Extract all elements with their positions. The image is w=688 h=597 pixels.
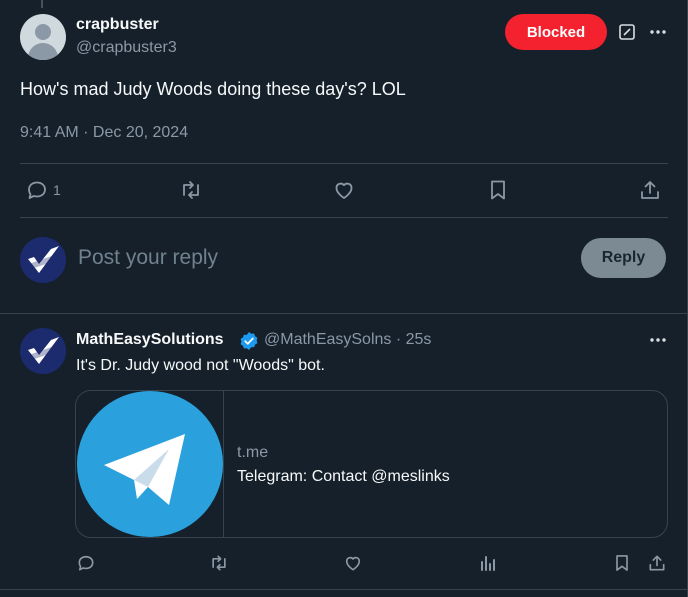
card-title: Telegram: Contact @meslinks [237,468,450,485]
reply-input[interactable]: Post your reply [78,246,218,270]
avatar[interactable] [20,328,66,374]
link-card[interactable]: t.me Telegram: Contact @meslinks [75,390,668,538]
verified-icon [239,331,259,351]
thread-connector [41,0,43,8]
reply-icon [78,555,94,571]
reply-action[interactable] [76,553,96,573]
author-handle-time[interactable]: @MathEasySolns · 25s [264,331,431,349]
repost-icon [183,181,199,199]
divider [0,589,688,590]
divider [20,163,668,164]
like-icon [345,556,361,571]
bookmark-icon [616,555,628,571]
reply-action[interactable]: 1 [25,178,61,202]
more-icon[interactable] [646,330,670,350]
like-action[interactable] [332,178,356,202]
share-icon [649,555,665,571]
card-domain: t.me [237,444,269,461]
views-icon [481,556,495,571]
like-action[interactable] [343,553,363,573]
reply-button[interactable]: Reply [581,238,666,278]
bookmark-action[interactable] [612,553,632,573]
tweet-timestamp[interactable]: 9:41 AM · Dec 20, 2024 [20,124,188,142]
reply-count: 1 [53,182,61,198]
telegram-icon [76,391,223,537]
edit-icon[interactable] [617,22,637,42]
divider [20,217,668,218]
author-handle[interactable]: @crapbuster3 [76,39,177,57]
avatar[interactable] [20,14,66,60]
card-image[interactable] [76,391,224,537]
author-name[interactable]: MathEasySolutions [76,331,224,349]
repost-action[interactable] [208,553,230,573]
bookmark-icon [491,180,505,200]
tweet-text: How's mad Judy Woods doing these day's? … [20,79,406,99]
repost-icon [212,555,226,571]
bookmark-action[interactable] [486,178,510,202]
my-avatar[interactable] [20,237,66,283]
tweet-text: It's Dr. Judy wood not "Woods" bot. [76,357,325,374]
like-icon [335,182,353,199]
conversation-view: crapbuster @crapbuster3 Blocked How's ma… [0,0,688,597]
share-action[interactable] [647,553,667,573]
author-name[interactable]: crapbuster [76,16,159,34]
blocked-button[interactable]: Blocked [505,14,607,50]
divider [0,313,688,314]
share-icon [641,181,659,199]
views-action[interactable] [478,553,498,573]
share-action[interactable] [638,178,662,202]
repost-action[interactable] [178,178,204,202]
reply-icon [28,181,46,199]
more-icon[interactable] [646,20,670,44]
